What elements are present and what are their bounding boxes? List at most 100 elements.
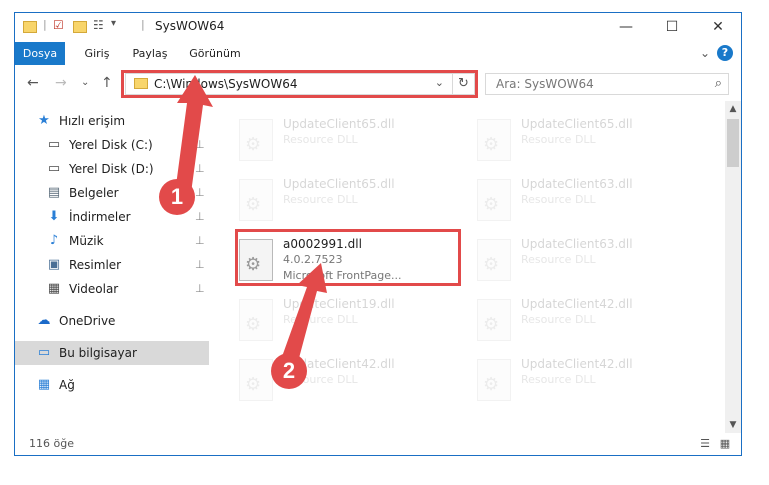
file-item[interactable]: UpdateClient63.dll Resource DLL <box>469 231 699 289</box>
separator: | <box>141 18 145 31</box>
new-folder-icon[interactable] <box>73 21 87 33</box>
pin-icon[interactable]: ⊥ <box>195 234 205 247</box>
properties-icon[interactable]: ☑ <box>53 18 64 34</box>
document-icon: ▤ <box>47 185 61 200</box>
sidebar-item-label: Resimler <box>69 258 122 272</box>
dll-file-icon <box>477 299 511 341</box>
folder-icon <box>23 21 37 33</box>
dll-file-icon <box>239 119 273 161</box>
sidebar-item-resimler[interactable]: ▣ Resimler ⊥ <box>15 253 209 277</box>
file-meta: Resource DLL <box>283 193 358 206</box>
sidebar-item-yerel-disk-d-[interactable]: ▭ Yerel Disk (D:) ⊥ <box>15 157 209 181</box>
minimize-button[interactable]: — <box>603 13 649 41</box>
sidebar-item-label: Yerel Disk (C:) <box>69 138 153 152</box>
sidebar-item-label: İndirmeler <box>69 210 131 224</box>
file-name: UpdateClient63.dll <box>521 237 633 251</box>
sidebar-item-label: Hızlı erişim <box>59 114 126 128</box>
step-1-badge: 1 <box>159 179 195 215</box>
up-icon[interactable]: ↑ <box>101 75 113 91</box>
scroll-up-icon[interactable]: ▲ <box>725 101 741 117</box>
computer-icon: ▭ <box>37 345 51 360</box>
tiles-view-icon[interactable]: ▦ <box>717 436 733 452</box>
pin-icon[interactable]: ⊥ <box>195 210 205 223</box>
ribbon-tabs: Dosya Giriş Paylaş Görünüm ⌄ ? <box>15 42 741 65</box>
sidebar-item-müzik[interactable]: ♪ Müzik ⊥ <box>15 229 209 253</box>
file-meta: Resource DLL <box>521 133 596 146</box>
dll-file-icon <box>477 359 511 401</box>
window-title: SysWOW64 <box>155 19 225 33</box>
file-meta: Resource DLL <box>521 193 596 206</box>
sidebar-item-bu-bilgisayar[interactable]: ▭ Bu bilgisayar <box>15 341 209 365</box>
file-meta: Resource DLL <box>283 313 358 326</box>
file-item[interactable]: UpdateClient42.dllResource DLL <box>469 351 699 409</box>
ribbon-collapse-icon[interactable]: ⌄ <box>697 42 713 65</box>
sidebar-item-label: Videolar <box>69 282 119 296</box>
file-item[interactable]: UpdateClient65.dll Resource DLL <box>231 171 461 229</box>
sidebar-item-ağ[interactable]: ▦ Ağ <box>15 373 209 397</box>
title-bar: | ☑ ☷ ▾ | SysWOW64 — ☐ ✕ <box>15 13 741 41</box>
search-placeholder[interactable]: Ara: SysWOW64 <box>496 77 594 91</box>
dll-file-icon <box>239 179 273 221</box>
file-meta: Resource DLL <box>521 373 596 386</box>
sidebar-item-yerel-disk-c-[interactable]: ▭ Yerel Disk (C:) ⊥ <box>15 133 209 157</box>
details-view-icon[interactable]: ☰ <box>697 436 713 452</box>
download-icon: ⬇ <box>48 209 60 224</box>
sidebar-item-videolar[interactable]: ▦ Videolar ⊥ <box>15 277 209 301</box>
pin-icon[interactable]: ⊥ <box>195 138 205 151</box>
file-name: UpdateClient63.dll <box>521 177 633 191</box>
sidebar-item-hızlı-erişim[interactable]: ★ Hızlı erişim <box>15 109 209 133</box>
explorer-window: | ☑ ☷ ▾ | SysWOW64 — ☐ ✕ Dosya Giriş Pay… <box>14 12 742 456</box>
file-meta: Resource DLL <box>521 313 596 326</box>
tab-home[interactable]: Giriş <box>77 42 117 65</box>
help-icon[interactable]: ? <box>717 45 733 61</box>
sidebar-item-label: OneDrive <box>59 314 116 328</box>
pin-icon[interactable]: ⊥ <box>195 282 205 295</box>
file-item[interactable]: UpdateClient19.dll Resource DLL <box>231 291 461 349</box>
scroll-down-icon[interactable]: ▼ <box>725 417 741 433</box>
tab-share[interactable]: Paylaş <box>127 42 173 65</box>
recent-locations-icon[interactable]: ⌄ <box>81 77 89 88</box>
file-name: UpdateClient65.dll <box>283 117 395 131</box>
navigation-pane: ★ Hızlı erişim ▭ Yerel Disk (C:) ⊥ ▭ Yerel Dis… <box>15 103 211 433</box>
pin-icon[interactable]: ⊥ <box>195 162 205 175</box>
pictures-icon: ▣ <box>47 257 61 272</box>
file-item[interactable]: UpdateClient65.dll Resource DLL <box>231 111 461 169</box>
quick-access-dropdown-icon[interactable]: ▾ <box>111 18 116 34</box>
file-item[interactable]: UpdateClient42.dllResource DLL <box>231 351 461 409</box>
sidebar-item-label: Ağ <box>59 378 75 392</box>
file-meta: Resource DLL <box>521 253 596 266</box>
file-name: UpdateClient65.dll <box>283 177 395 191</box>
dll-file-icon <box>239 359 273 401</box>
file-name: UpdateClient42.dll <box>521 297 633 311</box>
search-box[interactable]: Ara: SysWOW64 ⌕ <box>485 73 729 95</box>
video-icon: ▦ <box>47 281 61 296</box>
status-bar: 116 öğe ☰ ▦ <box>15 433 741 455</box>
file-meta: Resource DLL <box>283 133 358 146</box>
pin-icon[interactable]: ⊥ <box>195 258 205 271</box>
forward-icon[interactable]: → <box>55 75 67 91</box>
file-item[interactable]: UpdateClient63.dll Resource DLL <box>469 171 699 229</box>
file-item[interactable]: UpdateClient65.dll Resource DLL <box>469 111 699 169</box>
dll-file-icon <box>477 239 511 281</box>
tab-view[interactable]: Görünüm <box>185 42 245 65</box>
file-item[interactable]: UpdateClient42.dll Resource DLL <box>469 291 699 349</box>
back-icon[interactable]: ← <box>27 75 39 91</box>
separator: | <box>43 18 47 31</box>
music-icon: ♪ <box>49 233 59 248</box>
sidebar-item-onedrive[interactable]: ☁ OneDrive <box>15 309 209 333</box>
dll-file-icon <box>477 119 511 161</box>
pin-icon[interactable]: ⊥ <box>195 186 205 199</box>
vertical-scrollbar[interactable]: ▲ ▼ <box>725 101 741 433</box>
close-button[interactable]: ✕ <box>695 13 741 41</box>
sidebar-item-label: Belgeler <box>69 186 119 200</box>
sidebar-item-label: Yerel Disk (D:) <box>69 162 154 176</box>
network-icon: ▦ <box>37 377 51 392</box>
file-highlight-box <box>235 229 461 286</box>
dll-file-icon <box>239 299 273 341</box>
navigation-bar: ← → ⌄ ↑ C:\Windows\SysWOW64 ⌄ ↻ Ara: Sys… <box>15 69 741 99</box>
search-icon[interactable]: ⌕ <box>715 76 722 91</box>
scroll-thumb[interactable] <box>727 119 739 167</box>
customize-icon[interactable]: ☷ <box>93 18 104 34</box>
maximize-button[interactable]: ☐ <box>649 13 695 41</box>
tab-file[interactable]: Dosya <box>15 42 65 65</box>
